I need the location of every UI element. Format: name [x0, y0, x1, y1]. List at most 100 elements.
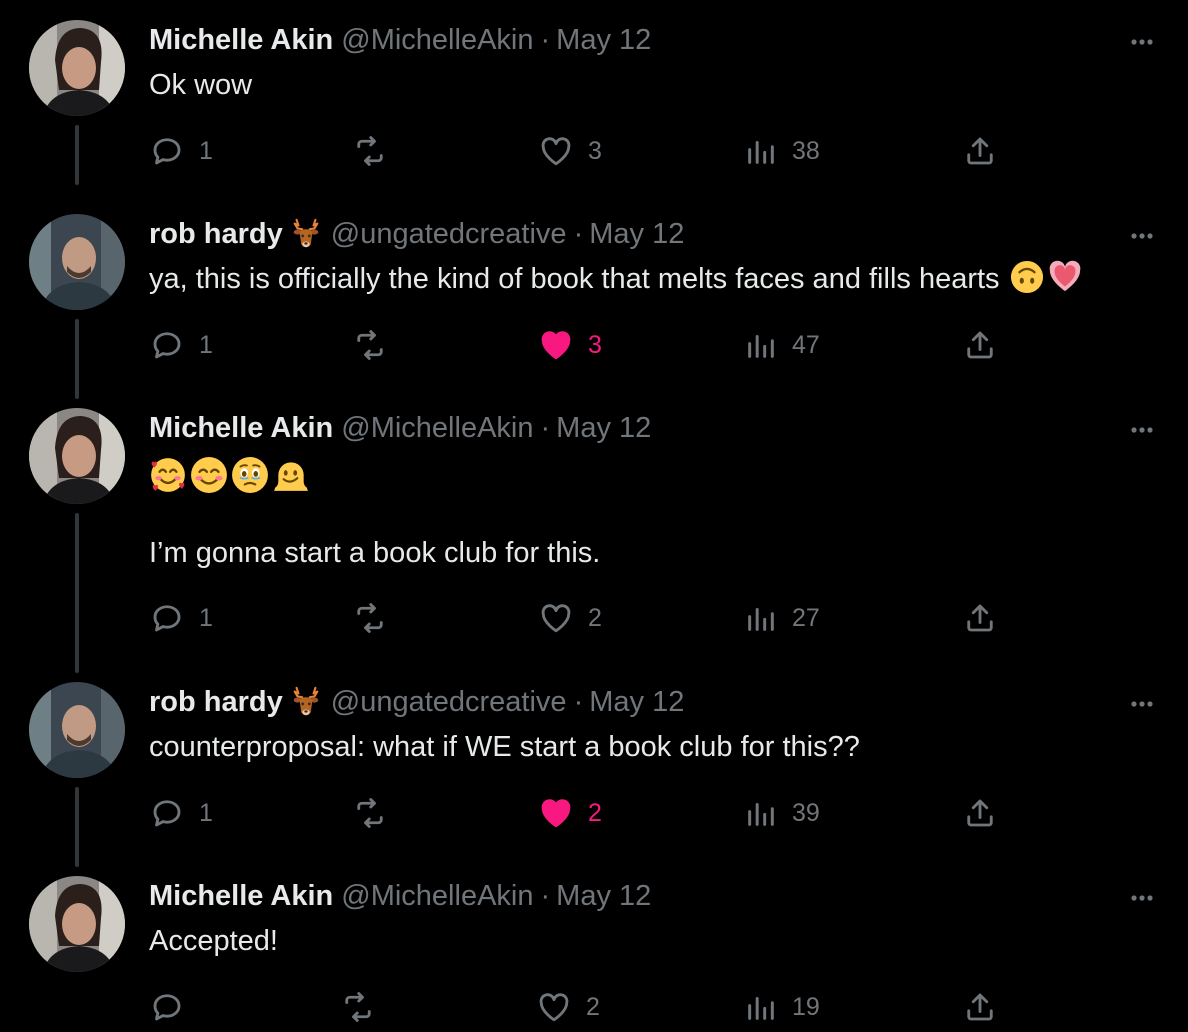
like-icon	[541, 137, 571, 166]
views-button[interactable]: 38	[744, 131, 820, 171]
like-button[interactable]: 2	[538, 598, 602, 638]
tweet[interactable]: rob hardy @ungatedcreative · May 12 coun…	[0, 662, 1188, 856]
views-count: 47	[792, 331, 820, 359]
retweet-button[interactable]	[340, 987, 376, 1027]
like-button[interactable]: 2	[536, 987, 600, 1027]
tweet[interactable]: Michelle Akin @MichelleAkin · May 12 I’m…	[0, 388, 1188, 662]
reply-icon	[153, 332, 181, 359]
tweet-date[interactable]: May 12	[556, 408, 651, 448]
tweet-header: Michelle Akin @MichelleAkin · May 12	[149, 876, 651, 916]
views-icon	[748, 141, 774, 164]
tweet-text: counterproposal: what if WE start a book…	[149, 727, 860, 767]
author-name[interactable]: Michelle Akin	[149, 876, 333, 916]
retweet-icon	[357, 330, 383, 360]
upside-down-face-emoji	[1010, 260, 1043, 294]
reply-button[interactable]: 1	[149, 131, 213, 171]
more-icon[interactable]	[1124, 222, 1160, 250]
share-button[interactable]	[962, 987, 998, 1027]
reply-count: 1	[199, 137, 213, 165]
more-icon[interactable]	[1124, 28, 1160, 56]
views-icon	[748, 997, 774, 1020]
avatar[interactable]	[29, 214, 125, 310]
reply-count: 1	[199, 331, 213, 359]
author-handle[interactable]: @ungatedcreative	[331, 214, 567, 254]
tweet[interactable]: rob hardy @ungatedcreative · May 12 ya, …	[0, 194, 1188, 388]
rob-avatar	[29, 214, 125, 310]
views-button[interactable]: 47	[744, 325, 820, 365]
retweet-button[interactable]	[352, 598, 388, 638]
tweet-header: rob hardy @ungatedcreative · May 12	[149, 682, 684, 722]
author-name[interactable]: Michelle Akin	[149, 20, 333, 60]
michelle-avatar	[29, 408, 125, 504]
author-handle[interactable]: @MichelleAkin	[341, 876, 533, 916]
views-icon	[748, 608, 774, 631]
views-button[interactable]: 27	[744, 598, 820, 638]
reply-button[interactable]: 1	[149, 598, 213, 638]
views-button[interactable]: 39	[744, 793, 820, 833]
author-handle[interactable]: @MichelleAkin	[341, 408, 533, 448]
tweet-text: Accepted!	[149, 921, 278, 961]
avatar[interactable]	[29, 408, 125, 504]
author-handle[interactable]: @MichelleAkin	[341, 20, 533, 60]
tweet-text-content: ya, this is officially the kind of book …	[149, 263, 1000, 295]
avatar[interactable]	[29, 876, 125, 972]
michelle-avatar	[29, 876, 125, 972]
like-button[interactable]: 2	[538, 793, 602, 833]
like-count: 2	[588, 799, 602, 827]
tweet-date[interactable]: May 12	[589, 682, 684, 722]
views-icon	[748, 335, 774, 358]
like-count: 2	[586, 993, 600, 1021]
avatar[interactable]	[29, 20, 125, 116]
rob-avatar	[29, 682, 125, 778]
share-button[interactable]	[962, 325, 998, 365]
separator: ·	[573, 686, 584, 718]
melting-face-emoji	[274, 462, 308, 491]
growing-heart-emoji	[1049, 260, 1080, 292]
reply-icon	[153, 800, 181, 827]
share-button[interactable]	[962, 131, 998, 171]
retweet-icon	[357, 798, 383, 828]
avatar[interactable]	[29, 682, 125, 778]
more-icon[interactable]	[1124, 690, 1160, 718]
more-icon[interactable]	[1124, 884, 1160, 912]
tweet-date[interactable]: May 12	[556, 20, 651, 60]
conversation-thread: Michelle Akin @MichelleAkin · May 12 Ok …	[0, 0, 1188, 1032]
like-icon	[539, 993, 569, 1022]
retweet-button[interactable]	[352, 793, 388, 833]
retweet-button[interactable]	[352, 325, 388, 365]
share-icon	[967, 993, 993, 1021]
share-icon	[967, 137, 993, 165]
tweet-text-content: I’m gonna start a book club for this.	[149, 537, 601, 569]
deer-emoji	[293, 218, 319, 248]
author-handle[interactable]: @ungatedcreative	[331, 682, 567, 722]
share-button[interactable]	[962, 598, 998, 638]
retweet-icon	[345, 992, 371, 1022]
like-button[interactable]: 3	[538, 325, 602, 365]
reply-count: 1	[199, 799, 213, 827]
separator: ·	[540, 880, 551, 912]
author-name[interactable]: Michelle Akin	[149, 408, 333, 448]
tweet-text-content: counterproposal: what if WE start a book…	[149, 731, 860, 763]
reply-button[interactable]	[149, 987, 199, 1027]
tweet-date[interactable]: May 12	[589, 214, 684, 254]
views-icon	[748, 803, 774, 826]
tweet-date[interactable]: May 12	[556, 876, 651, 916]
like-button[interactable]: 3	[538, 131, 602, 171]
author-name[interactable]: rob hardy	[149, 682, 283, 722]
separator: ·	[573, 218, 584, 250]
views-count: 27	[792, 604, 820, 632]
share-button[interactable]	[962, 793, 998, 833]
reply-icon	[153, 994, 181, 1021]
retweet-button[interactable]	[352, 131, 388, 171]
like-count: 3	[588, 331, 602, 359]
reply-button[interactable]: 1	[149, 793, 213, 833]
tweet-header: rob hardy @ungatedcreative · May 12	[149, 214, 684, 254]
reply-button[interactable]: 1	[149, 325, 213, 365]
michelle-avatar	[29, 20, 125, 116]
emoji-line	[149, 455, 313, 495]
tweet[interactable]: Michelle Akin @MichelleAkin · May 12 Ok …	[0, 0, 1188, 194]
author-name[interactable]: rob hardy	[149, 214, 283, 254]
tweet[interactable]: Michelle Akin @MichelleAkin · May 12 Acc…	[0, 856, 1188, 1032]
more-icon[interactable]	[1124, 416, 1160, 444]
views-button[interactable]: 19	[744, 987, 820, 1027]
